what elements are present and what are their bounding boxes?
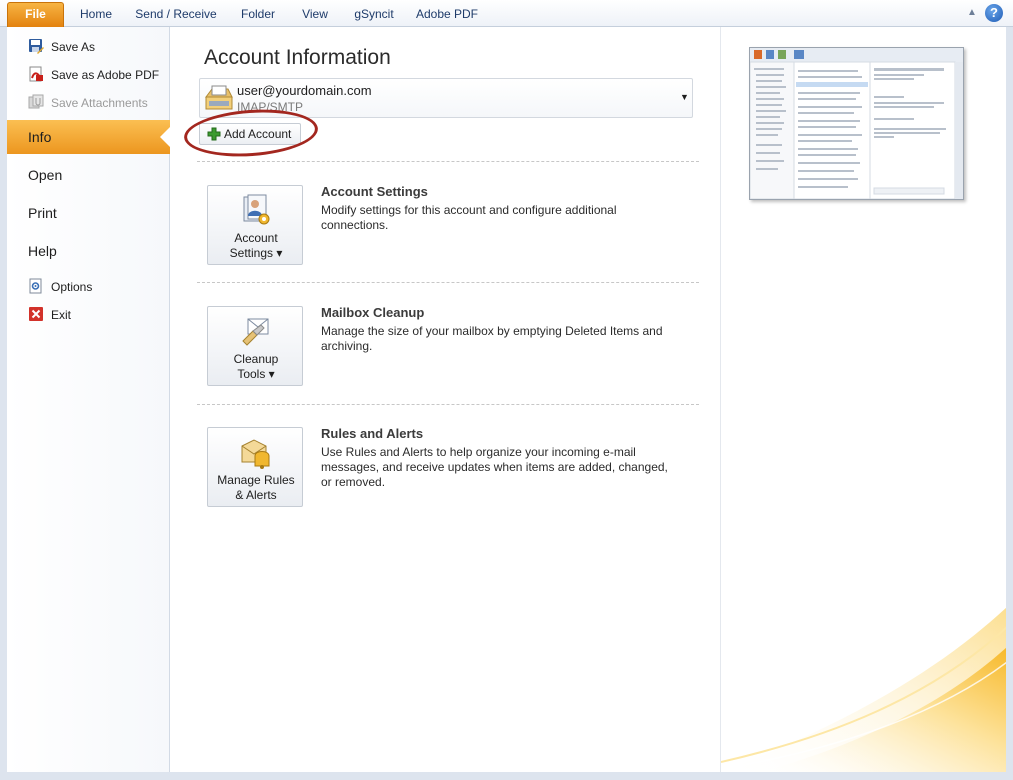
tab-folder[interactable]: Folder [234, 5, 282, 23]
options-icon [29, 278, 42, 294]
nav-save-attachments-label: Save Attachments [51, 96, 148, 110]
ribbon-tab-bar: File Home Send / Receive Folder View gSy… [0, 0, 1013, 27]
mailbox-cleanup-title: Mailbox Cleanup [321, 305, 425, 320]
rules-alerts-icon [241, 439, 270, 469]
section-divider [197, 282, 699, 283]
window-frame-bottom [0, 772, 1013, 780]
tab-gsyncit[interactable]: gSyncit [349, 5, 399, 23]
nav-options-label: Options [51, 280, 93, 294]
window-frame-left [0, 27, 7, 780]
manage-rules-alerts-button-label: Manage Rules & Alerts [217, 473, 295, 502]
email-account-icon [205, 85, 233, 110]
nav-open-label: Open [28, 167, 63, 183]
account-type: IMAP/SMTP [237, 100, 304, 114]
account-selector[interactable]: user@yourdomain.com IMAP/SMTP ▼ [199, 78, 693, 118]
info-pane: Account Information user@yourdomain.com … [171, 27, 720, 772]
nav-exit-label: Exit [51, 308, 72, 322]
cleanup-tools-button[interactable]: Cleanup Tools ▾ [207, 306, 303, 386]
section-divider [197, 404, 699, 405]
tab-adobe-pdf[interactable]: Adobe PDF [414, 5, 480, 23]
adobe-pdf-icon [29, 66, 43, 82]
account-email: user@yourdomain.com [237, 83, 372, 98]
save-attachments-icon [28, 94, 44, 109]
tab-view[interactable]: View [297, 5, 333, 23]
tab-send-receive[interactable]: Send / Receive [134, 5, 218, 23]
nav-print[interactable]: Print [7, 196, 170, 230]
backstage-nav: Save As Save as Adobe PDF Save Attachmen… [7, 27, 171, 772]
window-frame-right [1006, 27, 1013, 780]
mailbox-cleanup-description: Manage the size of your mailbox by empty… [321, 324, 663, 353]
nav-info-label: Info [28, 129, 52, 145]
manage-rules-alerts-button[interactable]: Manage Rules & Alerts [207, 427, 303, 507]
rules-alerts-title: Rules and Alerts [321, 426, 424, 441]
nav-help-label: Help [28, 243, 57, 259]
exit-icon [29, 307, 43, 321]
minimize-ribbon-icon[interactable]: ▲ [967, 8, 977, 18]
account-settings-button-label: Account Settings ▾ [229, 231, 283, 260]
nav-save-as[interactable]: Save As [7, 35, 170, 59]
nav-save-attachments: Save Attachments [7, 91, 170, 115]
account-settings-button[interactable]: Account Settings ▾ [207, 185, 303, 265]
preview-image [749, 48, 963, 200]
account-settings-description: Modify settings for this account and con… [321, 203, 617, 232]
cleanup-tools-button-label: Cleanup Tools ▾ [233, 352, 279, 381]
nav-print-label: Print [28, 205, 57, 221]
rules-alerts-description: Use Rules and Alerts to help organize yo… [321, 445, 668, 489]
account-settings-title: Account Settings [321, 184, 428, 199]
add-account-button[interactable]: Add Account [199, 123, 301, 145]
save-as-icon [29, 39, 44, 54]
cleanup-tools-icon [242, 318, 269, 346]
page-title: Account Information [204, 46, 391, 69]
tab-home[interactable]: Home [76, 5, 116, 23]
decorative-swoosh [721, 607, 1006, 772]
nav-help[interactable]: Help [7, 234, 170, 268]
nav-save-as-adobe-pdf[interactable]: Save as Adobe PDF [7, 63, 170, 87]
section-divider [197, 161, 699, 162]
plus-icon [207, 127, 221, 141]
account-settings-icon [243, 194, 270, 225]
nav-save-as-adobe-pdf-label: Save as Adobe PDF [51, 68, 160, 82]
add-account-label: Add Account [224, 127, 292, 141]
nav-info[interactable]: Info [7, 120, 171, 154]
chevron-down-icon[interactable]: ▼ [680, 92, 689, 102]
nav-open[interactable]: Open [7, 158, 170, 192]
nav-options[interactable]: Options [7, 275, 170, 299]
nav-exit[interactable]: Exit [7, 303, 170, 327]
help-icon[interactable]: ? [985, 4, 1003, 22]
nav-save-as-label: Save As [51, 40, 96, 54]
tab-file[interactable]: File [7, 2, 64, 27]
outlook-preview-thumbnail [749, 47, 964, 200]
preview-pane [720, 27, 1006, 772]
